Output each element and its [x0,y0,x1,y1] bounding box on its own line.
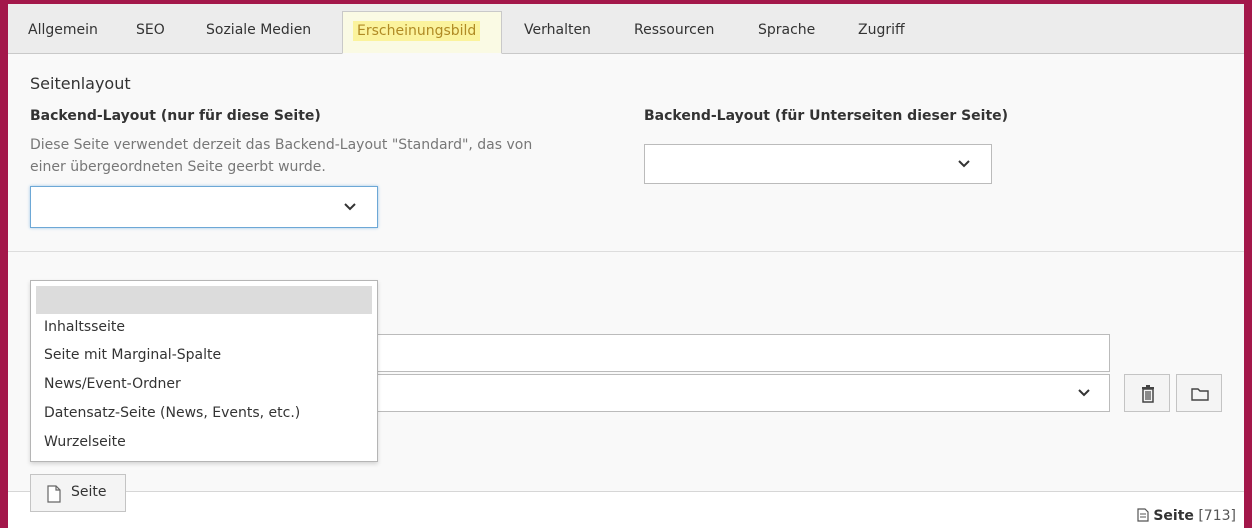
dropdown-option[interactable]: Seite mit Marginal-Spalte [44,347,221,363]
dropdown-option-empty[interactable] [36,286,372,314]
tab-label: SEO [136,22,165,38]
delete-button[interactable] [1124,374,1170,412]
tab-zugriff[interactable]: Zugriff [850,11,913,54]
folder-icon [1191,388,1209,401]
tab-verhalten[interactable]: Verhalten [516,11,599,54]
window-frame: Allgemein SEO Soziale Medien Erscheinung… [0,0,1252,528]
record-info: Seite [713] [1137,508,1236,524]
tab-bar: Allgemein SEO Soziale Medien Erscheinung… [8,4,1244,54]
record-type: Seite [1153,508,1194,524]
page-button-label: Seite [71,484,107,500]
tab-allgemein[interactable]: Allgemein [20,11,106,54]
description-line-1: Diese Seite verwendet derzeit das Backen… [30,137,533,153]
tab-label: Soziale Medien [206,22,312,38]
chevron-down-icon [344,203,356,211]
page-icon [1137,508,1149,522]
section-divider [8,251,1244,252]
backend-layout-select[interactable] [30,186,378,228]
tab-label: Allgemein [28,22,98,38]
tab-content-panel: Seitenlayout Backend-Layout (nur für die… [8,54,1244,512]
backend-layout-subpages-select[interactable] [644,144,992,184]
backend-layout-description: Diese Seite verwendet derzeit das Backen… [30,134,610,178]
chevron-down-icon [958,160,970,168]
section-title: Seitenlayout [30,74,131,93]
tab-ressourcen[interactable]: Ressourcen [626,11,722,54]
dropdown-option[interactable]: Wurzelseite [44,434,126,450]
tab-seo[interactable]: SEO [128,11,173,54]
dropdown-option[interactable]: Inhaltsseite [44,319,125,335]
tab-label: Zugriff [858,22,905,38]
backend-layout-sub-label: Backend-Layout (für Unterseiten dieser S… [644,108,1009,124]
record-uid: [713] [1198,508,1236,524]
dropdown-option[interactable]: Datensatz-Seite (News, Events, etc.) [44,405,300,421]
page-icon [47,485,61,503]
backend-layout-dropdown-list: Inhaltsseite Seite mit Marginal-Spalte N… [30,280,378,462]
tab-soziale-medien[interactable]: Soziale Medien [198,11,319,54]
tab-label: Ressourcen [634,22,715,38]
backend-layout-label: Backend-Layout (nur für diese Seite) [30,108,321,124]
tab-label: Sprache [758,22,816,38]
trash-icon [1142,385,1154,403]
browse-folder-button[interactable] [1176,374,1222,412]
description-line-2: einer übergeordneten Seite geerbt wurde. [30,159,326,175]
tab-label: Verhalten [524,22,591,38]
tab-erscheinungsbild[interactable]: Erscheinungsbild [342,11,502,54]
chevron-down-icon [1078,389,1090,397]
page-button[interactable]: Seite [30,474,126,512]
tab-sprache[interactable]: Sprache [750,11,823,54]
tab-label: Erscheinungsbild [353,21,481,41]
dropdown-option[interactable]: News/Event-Ordner [44,376,181,392]
